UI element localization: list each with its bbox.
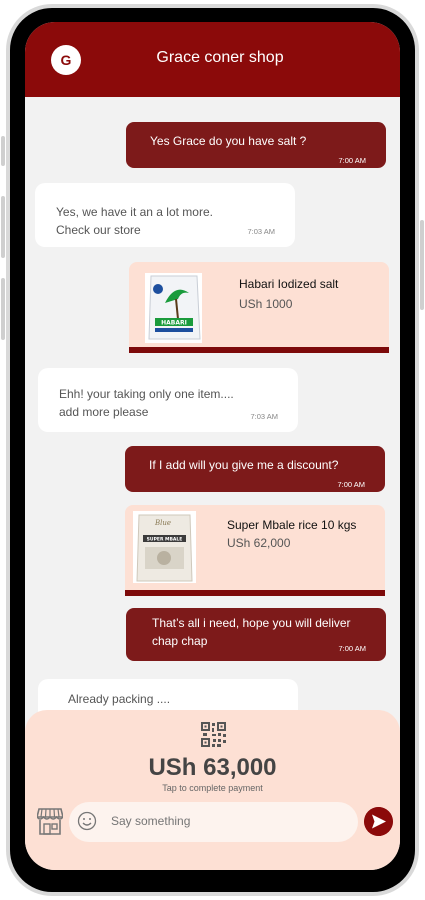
send-icon[interactable] (364, 807, 393, 836)
message-text-line: add more please (59, 405, 149, 419)
message-time: 7:00 AM (337, 480, 365, 489)
product-name: Super Mbale rice 10 kgs (227, 518, 357, 532)
store-icon[interactable] (37, 806, 63, 836)
order-total[interactable]: USh 63,000 (25, 754, 400, 782)
payment-footer: USh 63,000 Tap to complete payment (25, 710, 400, 870)
product-card[interactable]: HABARI Habari Iodized salt USh 1000 (129, 262, 389, 353)
svg-text:SUPER MBALE: SUPER MBALE (147, 537, 183, 543)
received-message[interactable]: Yes, we have it an a lot more. Check our… (35, 183, 295, 247)
message-time: 7:03 AM (247, 227, 275, 236)
product-price: USh 1000 (239, 297, 293, 311)
message-text: Already packing .... (68, 692, 171, 706)
svg-text:Blue: Blue (154, 519, 171, 527)
message-input[interactable] (111, 814, 341, 828)
qr-code-icon[interactable] (201, 722, 226, 747)
phone-side-button (1, 278, 5, 340)
message-time: 7:03 AM (250, 412, 278, 421)
chat-title: Grace coner shop (156, 49, 284, 66)
sent-message[interactable]: Yes Grace do you have salt ? 7:00 AM (126, 122, 386, 168)
app-screen: G Grace coner shop Yes Grace do you have… (25, 22, 400, 870)
product-card[interactable]: Blue SUPER MBALE Super Mbale rice 10 kgs… (125, 505, 385, 596)
salt-bag-image: HABARI (145, 273, 202, 343)
phone-side-button (1, 136, 5, 166)
message-text-line: Yes, we have it an a lot more. (56, 205, 213, 219)
product-price: USh 62,000 (227, 536, 291, 550)
rice-bag-image: Blue SUPER MBALE (133, 511, 196, 583)
sent-message[interactable]: If I add will you give me a discount? 7:… (125, 446, 385, 492)
received-message[interactable]: Ehh! your taking only one item.... add m… (38, 368, 298, 432)
sent-message[interactable]: That’s all i need, hope you will deliver… (126, 608, 386, 661)
svg-text:HABARI: HABARI (161, 320, 187, 327)
message-text-line: Check our store (56, 223, 141, 237)
message-text: If I add will you give me a discount? (149, 458, 339, 472)
payment-hint: Tap to complete payment (162, 783, 263, 793)
message-time: 7:00 AM (338, 156, 366, 165)
message-time: 7:00 AM (338, 644, 366, 653)
emoji-icon[interactable] (77, 811, 97, 831)
message-text-line: Ehh! your taking only one item.... (59, 387, 234, 401)
product-image: Blue SUPER MBALE (133, 511, 196, 583)
phone-side-button (1, 196, 5, 258)
message-text-line: chap chap (152, 634, 208, 648)
phone-side-button (420, 220, 424, 310)
message-input-box[interactable] (69, 802, 358, 842)
product-image: HABARI (145, 273, 202, 343)
product-name: Habari Iodized salt (239, 277, 339, 291)
message-text: Yes Grace do you have salt ? (150, 134, 307, 148)
chat-header: G Grace coner shop (25, 22, 400, 97)
message-text-line: That’s all i need, hope you will deliver (152, 616, 351, 630)
